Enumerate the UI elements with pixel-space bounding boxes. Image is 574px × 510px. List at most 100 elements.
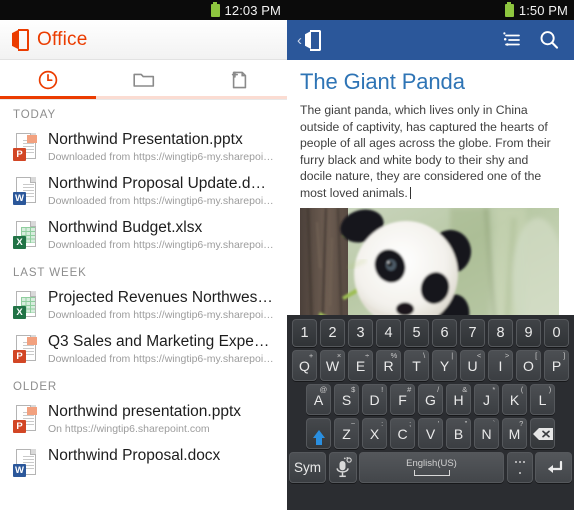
microphone-settings-icon bbox=[335, 456, 352, 477]
file-list-item[interactable]: W Northwind Proposal Update.d… Downloaded … bbox=[0, 170, 287, 214]
document-paragraph[interactable]: The giant panda, which lives only in Chi… bbox=[300, 102, 561, 201]
punctuation-key-icon bbox=[512, 460, 528, 476]
key-p[interactable]: ] P bbox=[543, 350, 570, 381]
symbols-key[interactable]: Sym bbox=[289, 452, 326, 483]
key-5[interactable]: 5 bbox=[403, 319, 430, 347]
key-secondary-label: ) bbox=[548, 385, 552, 394]
key-r[interactable]: % R bbox=[375, 350, 402, 381]
text-cursor bbox=[409, 186, 411, 199]
punctuation-key[interactable] bbox=[506, 452, 533, 483]
office-app-header: Office bbox=[0, 20, 287, 60]
keyboard-bottom-row[interactable]: Sym English(US) bbox=[289, 452, 572, 483]
active-tab-indicator bbox=[0, 96, 96, 99]
left-phone-office-app: 12:03 PM Office TODAY P Northwind Presen… bbox=[0, 0, 287, 510]
file-subtitle: Downloaded from https://wingtip6-my.shar… bbox=[48, 239, 277, 251]
key-q[interactable]: + Q bbox=[291, 350, 318, 381]
microphone-key[interactable] bbox=[328, 452, 357, 483]
key-3[interactable]: 3 bbox=[347, 319, 374, 347]
file-subtitle: Downloaded from https://wingtip6-my.shar… bbox=[48, 309, 277, 321]
key-i[interactable]: > I bbox=[487, 350, 514, 381]
key-k[interactable]: (K bbox=[501, 384, 528, 415]
dual-phone-screenshot: 12:03 PM Office TODAY P Northwind Presen… bbox=[0, 0, 574, 510]
keyboard-row-qwerty[interactable]: + Q × W ÷ E% R \ T | Y < U > I[O] P bbox=[289, 350, 572, 381]
battery-icon bbox=[210, 1, 220, 17]
file-subtitle: Downloaded from https://wingtip6-my.shar… bbox=[48, 353, 277, 365]
key-z[interactable]: ~ Z bbox=[333, 418, 360, 449]
key-n[interactable]: ` N bbox=[473, 418, 500, 449]
android-keyboard[interactable]: 1234567890 + Q × W ÷ E% R \ T | Y < U > I[O] P @ A $ S! D # F… bbox=[287, 315, 574, 510]
outline-view-icon[interactable] bbox=[498, 25, 528, 55]
file-list-item[interactable]: P Northwind Presentation.pptx Downloaded f… bbox=[0, 126, 287, 170]
key-label: C bbox=[397, 425, 408, 442]
tab-open[interactable] bbox=[96, 60, 192, 99]
key-label: D bbox=[369, 391, 380, 408]
key-4[interactable]: 4 bbox=[375, 319, 402, 347]
key-x[interactable]: :X bbox=[361, 418, 388, 449]
key-f[interactable]: # F bbox=[389, 384, 416, 415]
key-t[interactable]: \ T bbox=[403, 350, 430, 381]
key-e[interactable]: ÷ E bbox=[347, 350, 374, 381]
file-list-item[interactable]: X Northwind Budget.xlsx Downloaded from ht… bbox=[0, 214, 287, 258]
tab-recent[interactable] bbox=[0, 60, 96, 99]
key-g[interactable]: / G bbox=[417, 384, 444, 415]
enter-key[interactable] bbox=[535, 452, 572, 483]
key-b[interactable]: " B bbox=[445, 418, 472, 449]
status-bar-clock: 12:03 PM bbox=[224, 2, 281, 18]
key-secondary-label: | bbox=[451, 351, 454, 360]
file-subtitle: On https://wingtip6.sharepoint.com bbox=[48, 423, 210, 435]
key-9[interactable]: 9 bbox=[515, 319, 542, 347]
file-type-badge: X bbox=[13, 236, 26, 249]
key-l[interactable]: ) L bbox=[529, 384, 556, 415]
key-8[interactable]: 8 bbox=[487, 319, 514, 347]
key-secondary-label: " bbox=[464, 419, 468, 428]
document-view[interactable]: The Giant Panda The giant panda, which l… bbox=[287, 60, 574, 335]
office-logo-icon[interactable] bbox=[305, 29, 322, 51]
key-secondary-label: × bbox=[336, 351, 342, 360]
ppt-file-icon: P bbox=[13, 404, 39, 434]
keyboard-number-row[interactable]: 1 2 3 4 5 6 7 8 9 0 bbox=[289, 319, 572, 347]
backspace-key[interactable] bbox=[529, 418, 556, 449]
space-key[interactable]: English(US) bbox=[359, 452, 504, 483]
file-list-item[interactable]: P Northwind presentation.pptx On https://w… bbox=[0, 398, 287, 442]
file-text-block: Northwind presentation.pptx On https://wi… bbox=[48, 402, 277, 435]
file-list-item[interactable]: W Northwind Proposal.docx bbox=[0, 442, 287, 485]
key-secondary-label: > bbox=[504, 351, 510, 360]
back-chevron-icon[interactable]: ‹ bbox=[297, 32, 302, 49]
symbols-key-label: Sym bbox=[294, 460, 321, 475]
file-list-item[interactable]: X Projected Revenues Northwes… Downloaded … bbox=[0, 284, 287, 328]
key-a[interactable]: @ A bbox=[305, 384, 332, 415]
key-6[interactable]: 6 bbox=[431, 319, 458, 347]
key-1[interactable]: 1 bbox=[291, 319, 318, 347]
key-0[interactable]: 0 bbox=[543, 319, 570, 347]
key-c[interactable]: ; C bbox=[389, 418, 416, 449]
keyboard-row-zxcv[interactable]: ~ Z: X; C ' V " B ` N? M bbox=[289, 418, 572, 449]
key-secondary-label: + bbox=[308, 351, 314, 360]
key-2[interactable]: 2 bbox=[319, 319, 346, 347]
key-secondary-label: ! bbox=[381, 385, 384, 394]
file-list-item[interactable]: P Q3 Sales and Marketing Expe… Downloaded … bbox=[0, 328, 287, 372]
key-m[interactable]: ? M bbox=[501, 418, 528, 449]
key-y[interactable]: | Y bbox=[431, 350, 458, 381]
key-secondary-label: ~ bbox=[350, 419, 356, 428]
key-label: Z bbox=[342, 425, 351, 442]
key-d[interactable]: ! D bbox=[361, 384, 388, 415]
shift-key[interactable] bbox=[305, 418, 332, 449]
key-u[interactable]: < U bbox=[459, 350, 486, 381]
key-j[interactable]: * J bbox=[473, 384, 500, 415]
key-v[interactable]: ' V bbox=[417, 418, 444, 449]
tab-new[interactable] bbox=[191, 60, 287, 99]
key-secondary-label: @ bbox=[319, 385, 328, 394]
file-subtitle: Downloaded from https://wingtip6-my.shar… bbox=[48, 151, 277, 163]
search-icon[interactable] bbox=[534, 25, 564, 55]
key-7[interactable]: 7 bbox=[459, 319, 486, 347]
key-label: 6 bbox=[440, 325, 449, 341]
key-w[interactable]: × W bbox=[319, 350, 346, 381]
key-s[interactable]: $ S bbox=[333, 384, 360, 415]
key-o[interactable]: [O bbox=[515, 350, 542, 381]
key-h[interactable]: & H bbox=[445, 384, 472, 415]
keyboard-row-asdf[interactable]: @ A $ S! D # F / G & H * J(K) L bbox=[289, 384, 572, 415]
file-text-block: Projected Revenues Northwes… Downloaded f… bbox=[48, 288, 277, 321]
ppt-file-icon: P bbox=[13, 132, 39, 162]
recent-files-list[interactable]: TODAY P Northwind Presentation.pptx Downloa… bbox=[0, 100, 287, 510]
folder-icon bbox=[132, 73, 154, 87]
